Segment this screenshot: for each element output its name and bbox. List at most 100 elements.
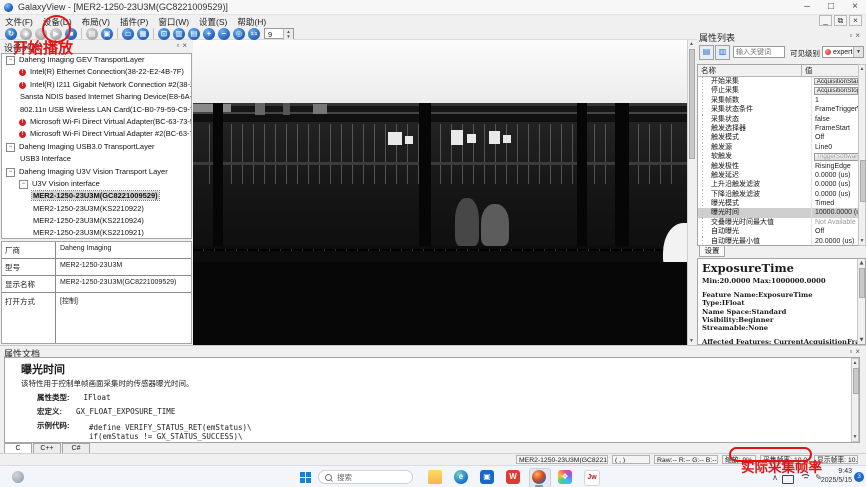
feature-doc-line: Visibility:Beginner [702, 316, 865, 324]
device-tree-item[interactable]: USB3 Interface [2, 153, 191, 165]
property-row[interactable]: 触发源Line0 [698, 143, 865, 152]
panel-close-icon[interactable]: × [855, 347, 863, 356]
tray-clock[interactable]: 9:43 2025/5/15 [821, 468, 852, 485]
canvas-vertical-scrollbar[interactable]: ▲ ▼ [687, 40, 695, 345]
device-tree-item[interactable]: !Intel(R) Ethernet Connection(38-22-E2-4… [2, 66, 191, 78]
property-row[interactable]: 触发延迟0.0000 (us) [698, 171, 865, 180]
roi-button[interactable]: ⊡ [158, 28, 170, 40]
property-row[interactable]: 上升沿触发滤波0.0000 (us) [698, 180, 865, 189]
device-info-row: 显示名称MER2-1250-23U3M(GC8221009529) [2, 276, 191, 293]
doc-panel-scrollbar[interactable]: ▲ ▼ [851, 358, 859, 442]
notification-badge[interactable]: 3 [854, 472, 864, 482]
minimize-button[interactable]: – [796, 0, 818, 14]
scroll-down-icon[interactable]: ▼ [688, 337, 695, 345]
panel-close-icon[interactable]: × [855, 31, 863, 40]
panel-close-icon[interactable]: × [182, 41, 190, 50]
zoom-spinbox[interactable]: 9 ▲▼ [264, 28, 294, 39]
scroll-up-icon[interactable]: ▲ [688, 40, 695, 48]
property-row[interactable]: 采集状态条件FrameTriggerWait [698, 105, 865, 114]
scrollbar-thumb[interactable] [689, 49, 695, 159]
zoom-in-button[interactable]: + [203, 28, 215, 40]
multi-window-button[interactable]: ▦ [137, 28, 149, 40]
device-tree-label: 802.11n USB Wireless LAN Card(1C-B0-79-5… [19, 105, 191, 114]
device-tree-item[interactable]: MER2-1250-23U3M(KS2210922) [2, 203, 191, 215]
single-window-button[interactable]: ▭ [122, 28, 134, 40]
scrollbar-thumb[interactable] [859, 268, 865, 298]
tab-settings[interactable]: 设置 [699, 246, 725, 257]
property-row[interactable]: 曝光模式Timed [698, 199, 865, 208]
scroll-up-icon[interactable]: ▲ [852, 359, 858, 367]
tree-expander-icon[interactable]: − [19, 180, 28, 189]
mdi-close-button[interactable]: × [849, 15, 862, 26]
expand-all-button[interactable]: ▤ [699, 45, 714, 60]
property-row[interactable]: 采集状态false [698, 115, 865, 124]
property-row[interactable]: 触发模式Off [698, 133, 865, 142]
windows-start-button[interactable] [300, 472, 311, 483]
property-row[interactable]: 交叠曝光时间最大值Not Available [698, 218, 865, 227]
scroll-down-icon[interactable]: ▼ [858, 336, 865, 344]
property-row[interactable]: 停止采集AcquisitionStop [698, 86, 865, 95]
feature-doc-scrollbar[interactable]: ▲ ▼ [857, 259, 865, 344]
taskbar-store-icon[interactable]: ▣ [480, 470, 494, 484]
scroll-down-icon[interactable]: ▼ [852, 433, 858, 441]
taskbar-wps-icon[interactable]: W [506, 470, 520, 484]
property-row[interactable]: 触发选择器FrameStart [698, 124, 865, 133]
warning-icon: ! [19, 131, 26, 138]
feature-doc-range: Min:20.0000 Max:1000000.0000 [702, 277, 865, 285]
device-tree-item[interactable]: −U3V Vision interface [2, 178, 191, 190]
property-row[interactable]: 开始采集AcquisitionStart [698, 77, 865, 86]
device-tree-item[interactable]: −Daheng Imaging USB3.0 TransportLayer [2, 141, 191, 153]
property-row[interactable]: 自动曝光Off [698, 227, 865, 236]
mdi-minimize-button[interactable]: _ [819, 15, 832, 26]
tree-expander-icon[interactable]: − [6, 168, 15, 177]
grid-show-button[interactable]: ▥ [173, 28, 185, 40]
device-tree-item[interactable]: !Intel(R) I211 Gigabit Network Connectio… [2, 79, 191, 91]
taskbar-corner-icon[interactable] [12, 471, 24, 483]
property-row[interactable]: 触发极性RisingEdge [698, 162, 865, 171]
taskbar-edge-icon[interactable]: e [454, 470, 468, 484]
taskbar-photos-icon[interactable]: ❖ [558, 470, 572, 484]
tree-expander-icon[interactable]: − [6, 143, 15, 152]
device-tree-item[interactable]: −Daheng Imaging U3V Vision Transport Lay… [2, 166, 191, 178]
close-button[interactable]: × [844, 0, 866, 14]
property-row[interactable]: 软触发TriggerSoftware [698, 152, 865, 161]
visibility-level-select[interactable]: expert ▼ [822, 46, 864, 58]
chevron-down-icon[interactable]: ▼ [853, 47, 863, 57]
device-tree-item[interactable]: 802.11n USB Wireless LAN Card(1C-B0-79-5… [2, 104, 191, 116]
property-grid-scrollbar[interactable]: ▲ ▼ [858, 64, 866, 246]
scroll-up-icon[interactable]: ▲ [858, 259, 865, 267]
grid-hide-button[interactable]: ▤ [188, 28, 200, 40]
property-row[interactable]: 曝光时间10000.0000 (us) [698, 208, 865, 217]
tray-monitor-icon[interactable] [782, 475, 794, 484]
scroll-up-icon[interactable]: ▲ [859, 65, 865, 73]
spinner-arrows-icon[interactable]: ▲▼ [283, 29, 293, 40]
save-image-button[interactable]: ▣ [101, 28, 113, 40]
device-tree-item[interactable]: MER2-1250-23U3M(KS2210924) [2, 215, 191, 227]
image-display-area[interactable]: ▲ ▼ [193, 40, 695, 345]
device-tree-item[interactable]: Sansta NDIS based Internet Sharing Devic… [2, 91, 191, 103]
taskbar-jw-icon[interactable]: Jw [584, 470, 600, 486]
scroll-down-icon[interactable]: ▼ [859, 237, 865, 245]
device-tree-item[interactable]: MER2-1250-23U3M(KS2210921) [2, 227, 191, 239]
device-tree-item[interactable]: !Microsoft Wi-Fi Direct Virtual Adapter(… [2, 116, 191, 128]
property-row[interactable]: 自动曝光最小值20.0000 (us) [698, 237, 865, 246]
zoom-out-button[interactable]: − [218, 28, 230, 40]
mdi-restore-button[interactable]: ⧉ [834, 15, 847, 26]
taskbar-search[interactable]: 搜索 [318, 470, 413, 484]
zoom-original-button[interactable]: 1:1 [248, 28, 260, 40]
scrollbar-thumb[interactable] [853, 368, 859, 394]
property-row[interactable]: 下降沿触发滤波0.0000 (us) [698, 190, 865, 199]
property-command-button[interactable]: AcquisitionStart [814, 78, 863, 85]
open-image-button[interactable]: ▤ [86, 28, 98, 40]
device-tree-item[interactable]: MER2-1250-23U3M(GC8221009529) [2, 190, 191, 202]
fit-window-button[interactable]: ◎ [233, 28, 245, 40]
scrollbar-thumb[interactable] [860, 160, 866, 202]
collapse-all-button[interactable]: ▥ [715, 45, 730, 60]
property-command-button[interactable]: AcquisitionStop [814, 87, 863, 94]
maximize-button[interactable]: □ [820, 0, 842, 14]
taskbar-file-explorer-icon[interactable] [428, 470, 442, 484]
device-tree-item[interactable]: !Microsoft Wi-Fi Direct Virtual Adapter … [2, 128, 191, 140]
property-row[interactable]: 采集帧数1 [698, 96, 865, 105]
property-search-input[interactable] [733, 46, 785, 58]
taskbar-galaxyview-icon[interactable] [532, 470, 546, 484]
